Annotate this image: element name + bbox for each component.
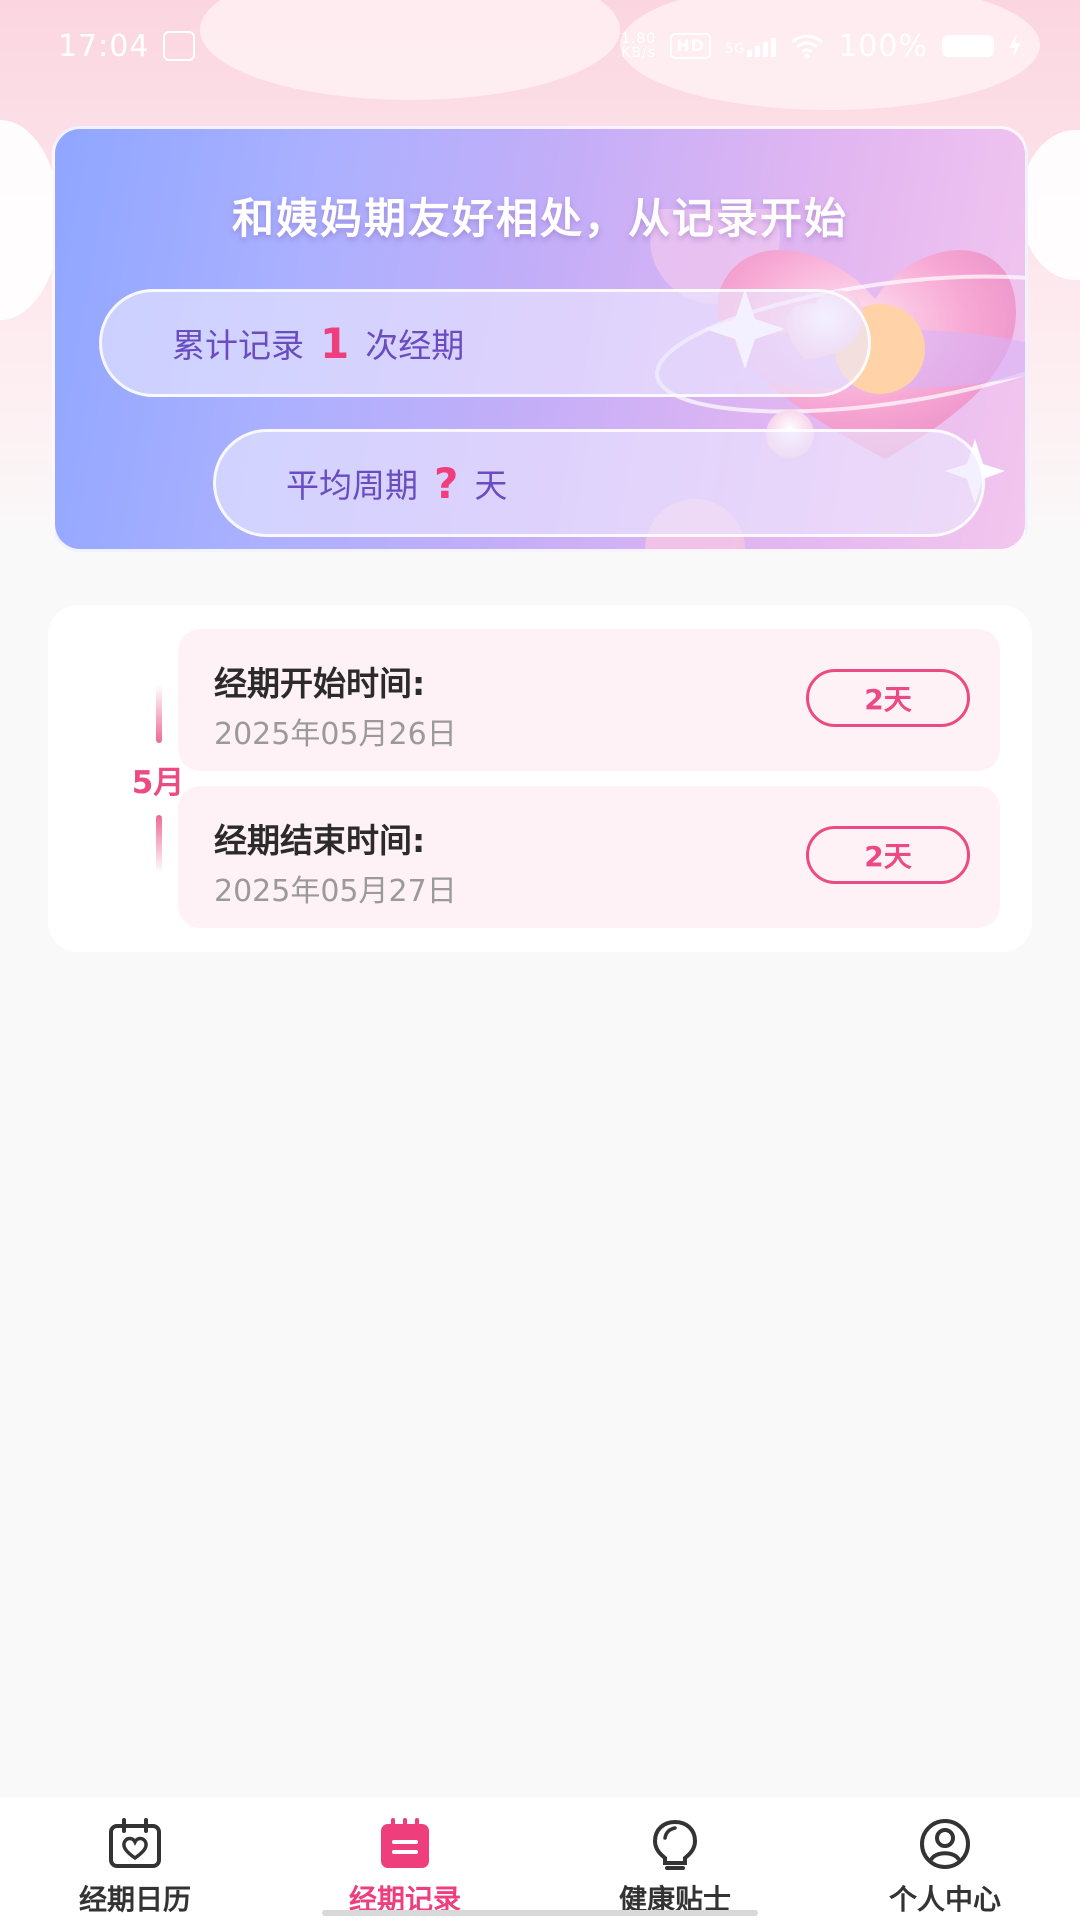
lightbulb-icon <box>652 1819 698 1870</box>
total-records-count: 1 <box>320 318 350 368</box>
average-cycle-pill: 平均周期 ? 天 <box>213 429 985 537</box>
total-records-pill: 累计记录 1 次经期 <box>99 289 871 397</box>
app-notification-icon <box>163 31 196 61</box>
average-cycle-prefix: 平均周期 <box>286 466 418 505</box>
nav-item-health-tips[interactable]: 健康贴士 <box>540 1798 810 1920</box>
timeline-line <box>156 815 162 873</box>
cloud-decoration <box>0 120 60 320</box>
hd-icon: HD <box>670 33 711 59</box>
total-records-prefix: 累计记录 <box>172 326 304 365</box>
duration-badge-button[interactable]: 2天 <box>806 826 970 884</box>
record-date: 2025年05月27日 <box>214 874 457 909</box>
record-notebook-icon <box>381 1818 429 1868</box>
nav-label: 经期日历 <box>78 1883 191 1916</box>
record-title: 经期结束时间: <box>214 821 426 860</box>
signal-icon: 5G <box>725 35 777 57</box>
battery-icon <box>942 35 994 57</box>
period-start-record[interactable]: 经期开始时间: 2025年05月26日 2天 <box>178 629 1000 771</box>
period-end-record[interactable]: 经期结束时间: 2025年05月27日 2天 <box>178 786 1000 928</box>
network-speed: 1.80 KB/s <box>621 31 657 61</box>
bottom-navigation: 经期日历 经期记录 健康贴士 个人中心 <box>0 1798 1080 1920</box>
duration-badge-button[interactable]: 2天 <box>806 669 970 727</box>
status-time: 17:04 <box>58 28 150 64</box>
cloud-decoration <box>1020 130 1080 280</box>
summary-banner: 和姨妈期友好相处，从记录开始 累计记录 1 次经期 平均周期 ? 天 <box>52 126 1028 552</box>
status-bar: 17:04 1.80 KB/s HD 5G 100% <box>0 0 1080 92</box>
average-cycle-suffix: 天 <box>474 466 508 505</box>
calendar-heart-icon <box>109 1818 161 1868</box>
charging-icon <box>1009 34 1021 58</box>
nav-label: 个人中心 <box>888 1883 1001 1916</box>
battery-percent: 100% <box>838 28 928 64</box>
banner-title: 和姨妈期友好相处，从记录开始 <box>231 194 848 243</box>
average-cycle-value: ? <box>434 458 459 508</box>
record-title: 经期开始时间: <box>214 664 426 703</box>
user-circle-icon <box>920 1819 970 1869</box>
nav-item-calendar[interactable]: 经期日历 <box>0 1798 270 1920</box>
timeline-line <box>156 685 162 743</box>
period-records-card: 5月 经期开始时间: 2025年05月26日 2天 经期结束时间: 2025年0… <box>48 605 1032 952</box>
total-records-suffix: 次经期 <box>365 326 465 365</box>
nav-item-profile[interactable]: 个人中心 <box>810 1798 1080 1920</box>
record-date: 2025年05月26日 <box>214 717 457 752</box>
home-indicator[interactable] <box>322 1910 758 1916</box>
nav-item-records[interactable]: 经期记录 <box>270 1798 540 1920</box>
wifi-icon <box>791 34 824 59</box>
